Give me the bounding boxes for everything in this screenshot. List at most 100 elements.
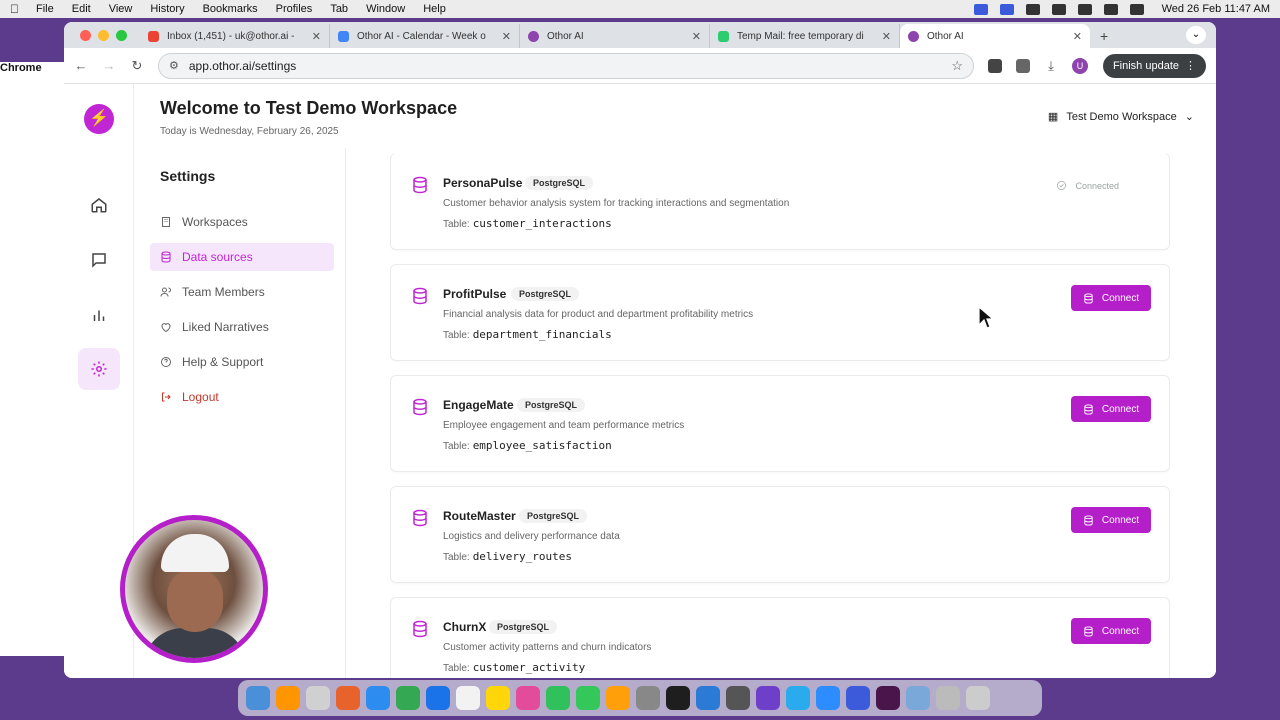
- browser-tab-tempmail[interactable]: Temp Mail: free temporary di ✕: [710, 24, 900, 48]
- downloads-icon[interactable]: [936, 686, 960, 710]
- url-text[interactable]: app.othor.ai/settings: [189, 59, 296, 73]
- zoom-icon[interactable]: [999, 3, 1014, 15]
- othor-logo-icon[interactable]: ⚡: [84, 104, 114, 134]
- nav-home-button[interactable]: [78, 184, 120, 226]
- search-icon[interactable]: [1103, 3, 1118, 15]
- menu-help[interactable]: Help: [423, 3, 446, 15]
- numbers-icon[interactable]: [576, 686, 600, 710]
- back-icon[interactable]: ←: [74, 58, 88, 73]
- wifi-icon[interactable]: [1077, 3, 1092, 15]
- menu-history[interactable]: History: [150, 3, 184, 15]
- close-tab-icon[interactable]: ✕: [1073, 30, 1082, 43]
- home-icon: [91, 198, 107, 213]
- menu-edit[interactable]: Edit: [72, 3, 91, 15]
- telegram-icon[interactable]: [786, 686, 810, 710]
- safari-icon[interactable]: [366, 686, 390, 710]
- table-label: Table:: [443, 552, 470, 563]
- mail-icon[interactable]: [426, 686, 450, 710]
- db-type-badge: PostgreSQL: [525, 176, 594, 190]
- extensions-puzzle-icon[interactable]: [1016, 58, 1030, 73]
- finder-icon[interactable]: [246, 686, 270, 710]
- connect-button[interactable]: Connect: [1071, 507, 1151, 533]
- notes-icon[interactable]: [306, 686, 330, 710]
- calendar-icon[interactable]: [456, 686, 480, 710]
- presenter-cap: [161, 534, 229, 572]
- menu-profiles[interactable]: Profiles: [276, 3, 313, 15]
- close-tab-icon[interactable]: ✕: [692, 30, 701, 43]
- firefox-icon[interactable]: [336, 686, 360, 710]
- settings-item-liked-narratives[interactable]: Liked Narratives: [150, 313, 334, 341]
- connect-button[interactable]: Connect: [1071, 618, 1151, 644]
- menubar-clock[interactable]: Wed 26 Feb 11:47 AM: [1162, 3, 1270, 15]
- nav-chat-button[interactable]: [78, 239, 120, 281]
- settings-item-help-support[interactable]: Help & Support: [150, 348, 334, 376]
- finish-update-button[interactable]: Finish update ⋮: [1102, 53, 1206, 78]
- pages-icon[interactable]: [606, 686, 630, 710]
- settings-item-label: Help & Support: [182, 355, 264, 369]
- folder-icon[interactable]: [906, 686, 930, 710]
- browser-tab-calendar[interactable]: Othor AI - Calendar - Week o ✕: [330, 24, 520, 48]
- app-icon[interactable]: [726, 686, 750, 710]
- new-tab-button[interactable]: +: [1100, 28, 1108, 44]
- trash-icon[interactable]: [966, 686, 990, 710]
- close-tab-icon[interactable]: ✕: [502, 30, 511, 43]
- launchpad-icon[interactable]: [276, 686, 300, 710]
- table-info: Table: customer_interactions: [443, 217, 612, 230]
- close-tab-icon[interactable]: ✕: [882, 30, 891, 43]
- reload-icon[interactable]: ↻: [130, 58, 144, 74]
- download-icon[interactable]: ⤓: [1044, 58, 1058, 74]
- screen-recorder-icon[interactable]: [846, 686, 870, 710]
- system-settings-icon[interactable]: [636, 686, 660, 710]
- menu-file[interactable]: File: [36, 3, 54, 15]
- github-icon[interactable]: [756, 686, 780, 710]
- reminders-icon[interactable]: [486, 686, 510, 710]
- settings-item-workspaces[interactable]: Workspaces: [150, 208, 334, 236]
- vscode-icon[interactable]: [696, 686, 720, 710]
- address-bar[interactable]: ⚙ app.othor.ai/settings ☆: [158, 52, 974, 79]
- forward-icon[interactable]: →: [102, 58, 116, 73]
- tab-search-icon[interactable]: ⌄: [1186, 26, 1206, 44]
- menu-window[interactable]: Window: [366, 3, 405, 15]
- apple-icon[interactable]: : [10, 2, 24, 16]
- chrome-icon[interactable]: [396, 686, 420, 710]
- gear-icon: [91, 361, 107, 377]
- profile-avatar[interactable]: U: [1072, 57, 1088, 74]
- zoom-app-icon[interactable]: [816, 686, 840, 710]
- menu-view[interactable]: View: [109, 3, 133, 15]
- chatgpt-icon[interactable]: [1025, 3, 1040, 15]
- menu-bookmarks[interactable]: Bookmarks: [203, 3, 258, 15]
- photos-icon[interactable]: [516, 686, 540, 710]
- terminal-icon[interactable]: [666, 686, 690, 710]
- connect-button[interactable]: Connect: [1071, 285, 1151, 311]
- battery-icon[interactable]: [1051, 3, 1066, 15]
- browser-tab-gmail[interactable]: Inbox (1,451) - uk@othor.ai - ✕: [140, 24, 330, 48]
- settings-item-label: Liked Narratives: [182, 320, 269, 334]
- bookmark-star-icon[interactable]: ☆: [951, 58, 963, 74]
- othor-favicon-icon: [528, 30, 539, 42]
- browser-tab-othor-active[interactable]: Othor AI ✕: [900, 24, 1090, 48]
- maximize-window-icon[interactable]: [116, 30, 127, 41]
- status-tray: Wed 26 Feb 11:47 AM: [973, 3, 1270, 15]
- settings-item-label: Logout: [182, 390, 219, 404]
- nav-settings-button[interactable]: [78, 348, 120, 390]
- extension-icon[interactable]: [988, 58, 1002, 73]
- minimize-window-icon[interactable]: [98, 30, 109, 41]
- nav-analytics-button[interactable]: [78, 294, 120, 336]
- messages-icon[interactable]: [546, 686, 570, 710]
- settings-item-team-members[interactable]: Team Members: [150, 278, 334, 306]
- slack-icon[interactable]: [876, 686, 900, 710]
- browser-tab-othor[interactable]: Othor AI ✕: [520, 24, 710, 48]
- close-window-icon[interactable]: [80, 30, 91, 41]
- menu-tab[interactable]: Tab: [330, 3, 348, 15]
- screen-record-icon[interactable]: [973, 3, 988, 15]
- close-tab-icon[interactable]: ✕: [312, 30, 321, 43]
- settings-item-data-sources[interactable]: Data sources: [150, 243, 334, 271]
- control-center-icon[interactable]: [1129, 3, 1144, 15]
- connect-button[interactable]: Connect: [1071, 396, 1151, 422]
- settings-item-label: Data sources: [182, 250, 253, 264]
- data-source-card: PersonaPulse PostgreSQL Customer behavio…: [390, 154, 1170, 250]
- database-icon: [1084, 625, 1093, 637]
- workspace-select[interactable]: ▦ Test Demo Workspace ⌄: [1048, 110, 1194, 124]
- settings-item-logout[interactable]: Logout: [150, 383, 334, 411]
- site-info-icon[interactable]: ⚙: [169, 59, 179, 72]
